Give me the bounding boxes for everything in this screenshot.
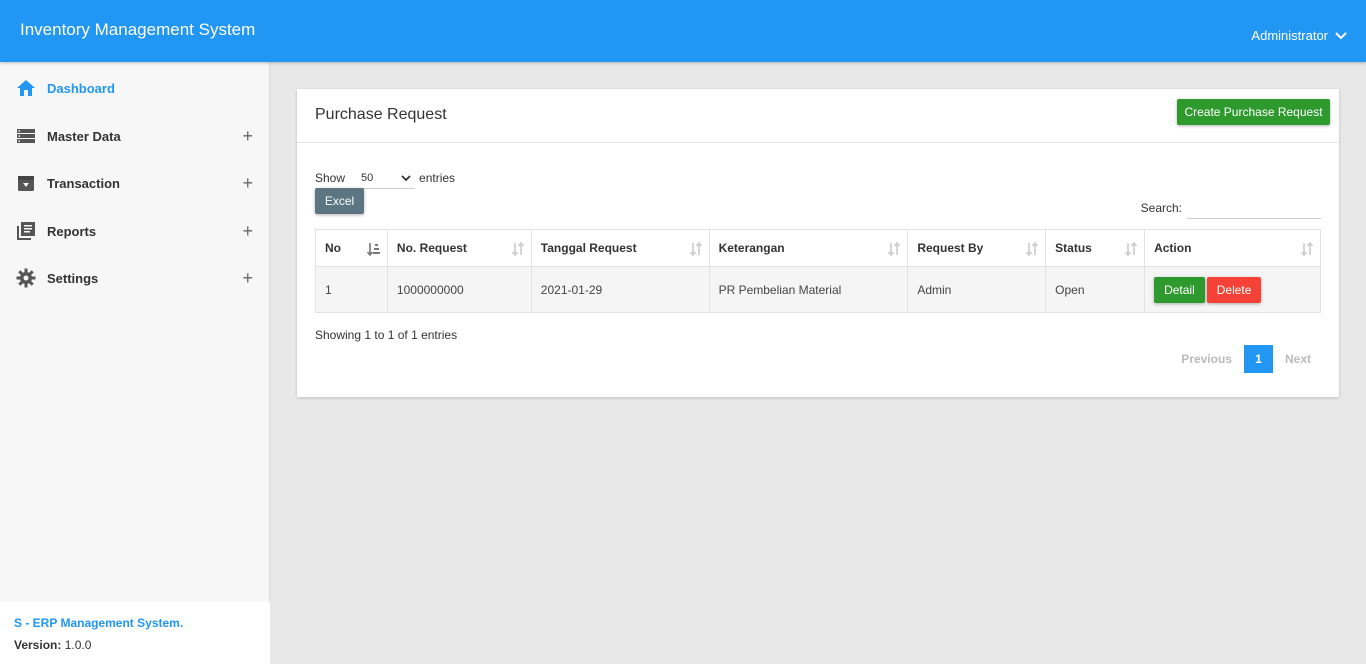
- sidebar-item-label: Reports: [47, 223, 97, 239]
- cell-description: PR Pembelian Material: [708, 266, 909, 313]
- expand-plus-icon: +: [242, 220, 253, 241]
- home-icon: [16, 78, 36, 98]
- cell-status: Open: [1045, 266, 1146, 313]
- sort-icon: [888, 242, 901, 256]
- chevron-down-icon: [401, 174, 411, 181]
- sidebar-item-label: Dashboard: [47, 80, 115, 96]
- app-title: Inventory Management System: [20, 20, 256, 39]
- column-header-status[interactable]: Status: [1045, 229, 1146, 267]
- search-label: Search:: [1140, 201, 1182, 215]
- pagination: Previous 1 Next: [1171, 345, 1321, 373]
- column-header-keterangan[interactable]: Keterangan: [708, 229, 909, 267]
- top-app-bar: Inventory Management System Administrato…: [0, 0, 1366, 62]
- sidebar-footer: S - ERP Management System. Version: 1.0.…: [0, 602, 270, 664]
- search-input[interactable]: [1187, 197, 1321, 219]
- entries-length-control: Show 50 entries: [315, 167, 455, 189]
- purchase-request-table: No No. Request Tanggal Request Keteranga…: [315, 229, 1321, 313]
- expand-plus-icon: +: [242, 125, 253, 146]
- search-control: Search:: [1141, 197, 1321, 219]
- footer-version: Version: 1.0.0: [14, 638, 256, 652]
- sidebar-item-label: Master Data: [47, 128, 121, 144]
- sort-icon: [689, 242, 702, 256]
- purchase-request-card: Purchase Request Create Purchase Request…: [297, 89, 1339, 397]
- create-purchase-request-button[interactable]: Create Purchase Request: [1177, 99, 1330, 125]
- expand-plus-icon: +: [242, 172, 253, 193]
- page-title: Purchase Request: [315, 106, 447, 123]
- version-label: Version:: [14, 638, 62, 652]
- sort-icon: [1124, 242, 1138, 256]
- sidebar: Dashboard Master Data + Transaction + Re…: [0, 62, 270, 664]
- sort-ascending-icon: [366, 243, 380, 256]
- card-header: Purchase Request Create Purchase Request: [297, 89, 1339, 143]
- library-books-icon: [16, 221, 36, 241]
- expand-plus-icon: +: [242, 267, 253, 288]
- user-name: Administrator: [1251, 28, 1328, 43]
- cell-actions: Detail Delete: [1144, 266, 1321, 313]
- column-header-no-request[interactable]: No. Request: [386, 229, 532, 267]
- sidebar-item-master-data[interactable]: Master Data +: [0, 116, 269, 156]
- table-row: 1 1000000000 2021-01-29 PR Pembelian Mat…: [315, 266, 1321, 313]
- detail-button[interactable]: Detail: [1154, 276, 1205, 303]
- list-icon: [16, 126, 36, 146]
- show-label: Show: [315, 171, 346, 185]
- column-header-request-by[interactable]: Request By: [907, 229, 1047, 267]
- cell-request-no: 1000000000: [386, 266, 532, 313]
- column-header-tanggal-request[interactable]: Tanggal Request: [530, 229, 710, 267]
- sort-icon: [1300, 242, 1314, 256]
- chevron-down-icon: [1334, 29, 1348, 43]
- archive-icon: [16, 173, 36, 193]
- sidebar-item-settings[interactable]: Settings +: [0, 258, 269, 298]
- table-header-row: No No. Request Tanggal Request Keteranga…: [315, 229, 1321, 267]
- cell-date: 2021-01-29: [530, 266, 710, 313]
- cell-request-by: Admin: [907, 266, 1047, 313]
- gear-icon: [16, 268, 36, 288]
- sidebar-item-label: Settings: [47, 270, 99, 286]
- sidebar-item-label: Transaction: [47, 175, 120, 191]
- next-page-button[interactable]: Next: [1275, 352, 1321, 366]
- version-value: 1.0.0: [64, 638, 92, 652]
- sidebar-item-dashboard[interactable]: Dashboard: [0, 68, 269, 108]
- table-info: Showing 1 to 1 of 1 entries: [315, 328, 458, 342]
- cell-no: 1: [315, 266, 388, 313]
- column-header-no[interactable]: No: [315, 229, 388, 267]
- column-header-action[interactable]: Action: [1144, 229, 1321, 267]
- page-size-select[interactable]: 50: [351, 167, 416, 189]
- delete-button[interactable]: Delete: [1206, 276, 1262, 303]
- sort-icon: [1026, 242, 1039, 256]
- page-number-button[interactable]: 1: [1243, 345, 1273, 373]
- excel-export-button[interactable]: Excel: [315, 188, 364, 214]
- user-menu[interactable]: Administrator: [1251, 28, 1348, 43]
- sort-icon: [511, 242, 524, 256]
- page-size-value: 50: [361, 171, 374, 184]
- footer-brand: S - ERP Management System.: [14, 616, 184, 630]
- entries-label: entries: [419, 171, 456, 185]
- sidebar-item-reports[interactable]: Reports +: [0, 211, 269, 251]
- sidebar-item-transaction[interactable]: Transaction +: [0, 163, 269, 203]
- previous-page-button[interactable]: Previous: [1171, 352, 1242, 366]
